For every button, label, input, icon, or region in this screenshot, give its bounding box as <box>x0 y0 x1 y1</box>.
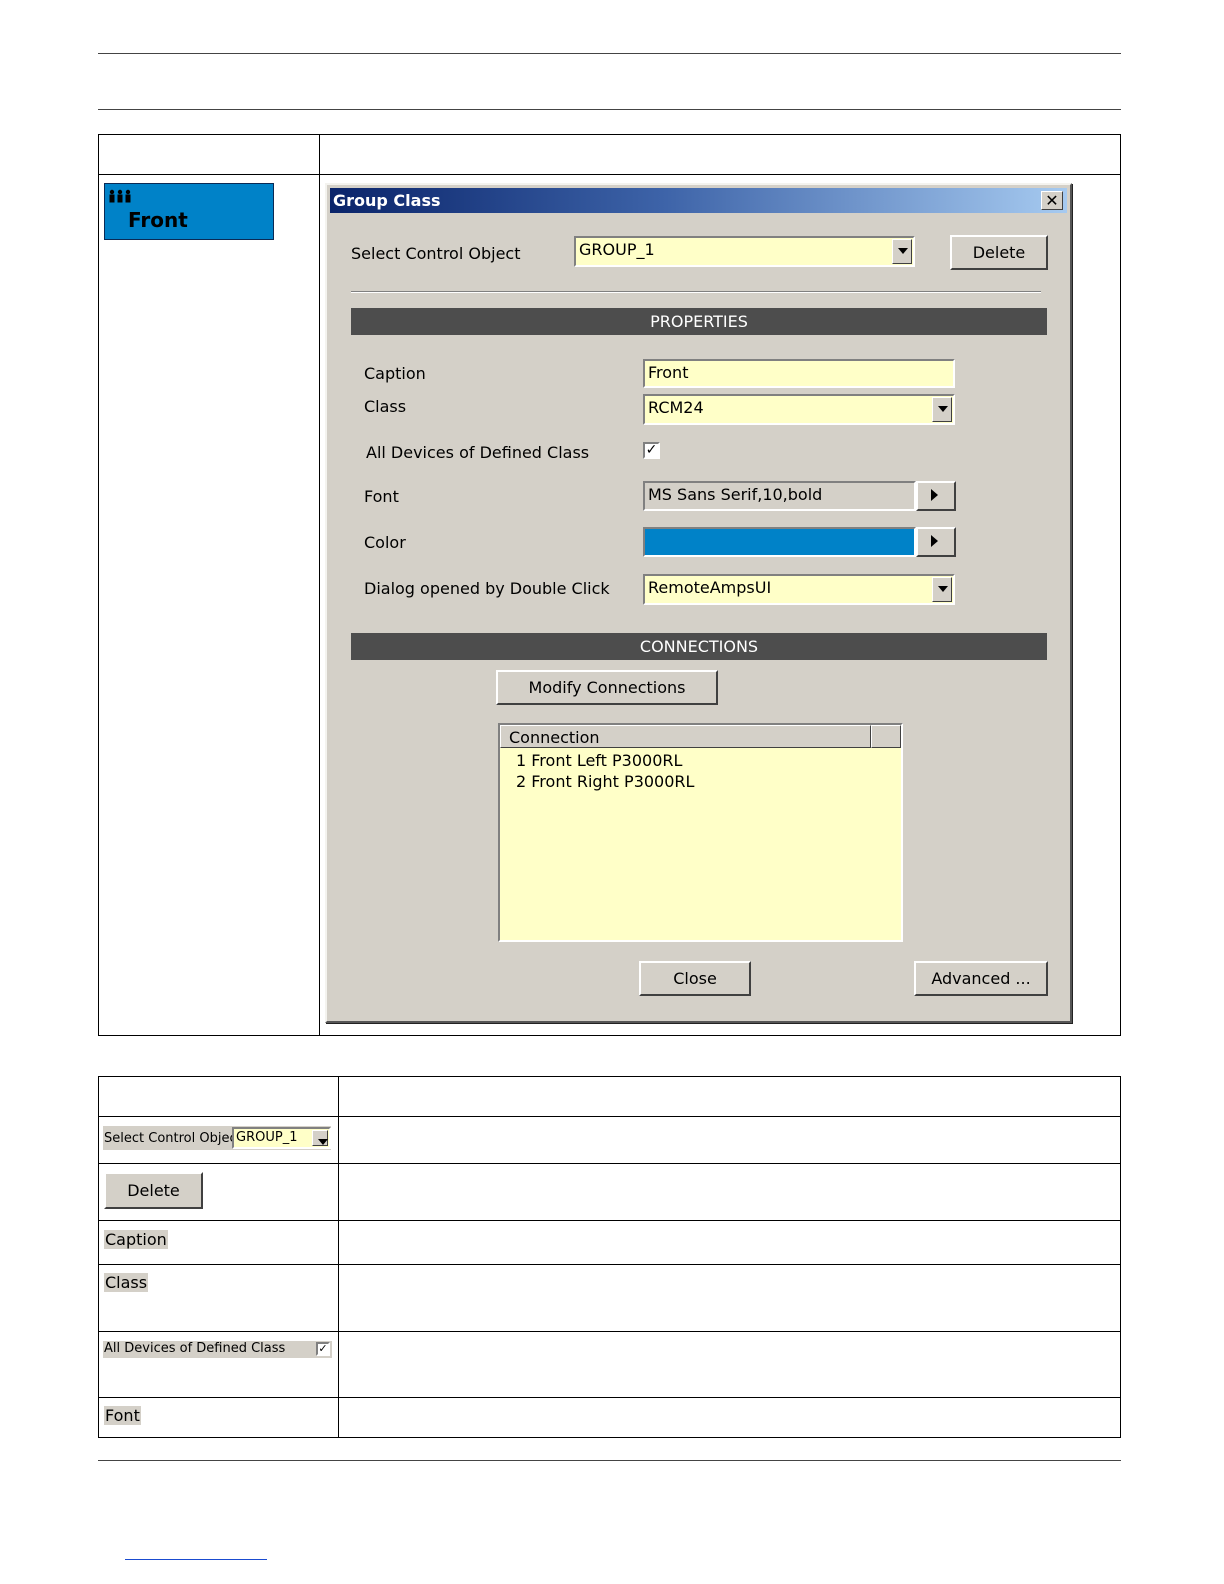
dblclick-dialog-dropdown[interactable]: RemoteAmpsUI <box>643 574 955 605</box>
mini-select-label: Select Control Object <box>104 1131 242 1146</box>
properties-header: PROPERTIES <box>351 308 1047 335</box>
table-row-divider <box>98 1397 1121 1398</box>
close-icon[interactable]: ✕ <box>1041 191 1063 210</box>
footer-rule <box>98 1460 1121 1461</box>
font-label: Font <box>364 487 399 506</box>
mini-select-dropdown: GROUP_1 <box>232 1127 331 1149</box>
mini-all-devices-label: All Devices of Defined Class <box>104 1341 286 1356</box>
empty-column-header[interactable] <box>871 725 901 748</box>
group-people-icon <box>109 189 131 203</box>
table-row-divider <box>98 1163 1121 1164</box>
color-picker-button[interactable] <box>916 527 956 557</box>
delete-button[interactable]: Delete <box>950 235 1048 270</box>
class-value: RCM24 <box>648 398 704 417</box>
group-caption: Front <box>128 208 188 232</box>
list-item[interactable]: 1 Front Left P3000RL <box>516 751 682 770</box>
group-class-dialog: Group Class ✕ Select Control Object GROU… <box>325 183 1072 1023</box>
connections-list[interactable]: Connection 1 Front Left P3000RL 2 Front … <box>498 723 903 942</box>
list-item[interactable]: 2 Front Right P3000RL <box>516 772 694 791</box>
caption-label: Caption <box>364 364 426 383</box>
table-1-column-divider <box>319 134 320 1036</box>
table-2-column-divider <box>338 1076 339 1438</box>
all-devices-checkbox[interactable]: ✓ <box>643 442 660 459</box>
table-row-divider <box>98 1264 1121 1265</box>
class-dropdown[interactable]: RCM24 <box>643 394 955 425</box>
dblclick-dialog-label: Dialog opened by Double Click <box>364 579 610 598</box>
color-label: Color <box>364 533 406 552</box>
dialog-title: Group Class <box>333 191 441 210</box>
color-swatch <box>643 527 916 557</box>
connections-header: CONNECTIONS <box>351 633 1047 660</box>
header-rule-top <box>98 53 1121 54</box>
mini-font-label: Font <box>104 1406 141 1425</box>
chevron-down-icon[interactable] <box>932 397 952 422</box>
connection-column-header[interactable]: Connection <box>500 725 871 748</box>
modify-connections-button[interactable]: Modify Connections <box>496 670 718 705</box>
advanced-button[interactable]: Advanced ... <box>914 961 1048 996</box>
mini-delete-button: Delete <box>104 1172 203 1209</box>
chevron-down-icon <box>312 1130 328 1146</box>
caption-input[interactable]: Front <box>643 359 955 388</box>
class-label: Class <box>364 397 407 416</box>
header-rule-bottom <box>98 109 1121 110</box>
select-control-object-dropdown[interactable]: GROUP_1 <box>574 236 915 267</box>
mini-select-control-object: Select Control Object GROUP_1 <box>103 1126 331 1150</box>
mini-select-value: GROUP_1 <box>236 1130 298 1145</box>
font-picker-button[interactable] <box>916 481 956 511</box>
chevron-down-icon[interactable] <box>932 577 952 602</box>
select-control-object-value: GROUP_1 <box>579 240 655 259</box>
mini-caption-label: Caption <box>104 1230 168 1249</box>
font-value: MS Sans Serif,10,bold <box>643 481 916 511</box>
select-control-object-label: Select Control Object <box>351 244 521 263</box>
all-devices-label: All Devices of Defined Class <box>366 443 590 462</box>
mini-class-label: Class <box>104 1273 149 1292</box>
chevron-down-icon[interactable] <box>892 239 912 264</box>
dialog-titlebar: Group Class ✕ <box>330 188 1067 213</box>
group-control-widget[interactable]: Front <box>104 183 274 240</box>
table-row-divider <box>98 1220 1121 1221</box>
separator <box>351 291 1041 293</box>
table-1-header-divider <box>98 174 1121 175</box>
table-row-divider <box>98 1116 1121 1117</box>
mini-all-devices-checkbox: ✓ <box>316 1342 330 1356</box>
close-button[interactable]: Close <box>639 961 751 996</box>
mini-all-devices: All Devices of Defined Class ✓ <box>103 1341 332 1358</box>
table-row-divider <box>98 1331 1121 1332</box>
footer-link-underline <box>125 1559 267 1560</box>
dblclick-dialog-value: RemoteAmpsUI <box>648 578 772 597</box>
